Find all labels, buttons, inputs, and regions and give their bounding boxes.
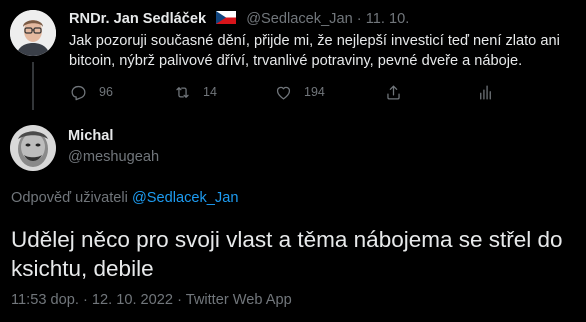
parent-tweet[interactable]: RNDr. Jan Sedláček @Sedlacek_Jan · 11. 1… bbox=[0, 0, 586, 112]
replying-to-label: Odpověď uživateli bbox=[11, 190, 128, 206]
reply-timestamp[interactable]: 11:53 dop. · 12. 10. 2022 · Twitter Web … bbox=[11, 292, 292, 308]
tweet-text: Jak pozoruji současné dění, přijde mi, ž… bbox=[69, 33, 560, 69]
tweet-actions: 96 14 194 bbox=[69, 82, 499, 102]
retweet-count: 14 bbox=[203, 85, 217, 99]
author-handle[interactable]: @Sedlacek_Jan bbox=[246, 11, 353, 27]
reply-avatar[interactable] bbox=[10, 125, 56, 171]
tweet-header: RNDr. Jan Sedláček @Sedlacek_Jan · 11. 1… bbox=[69, 10, 409, 28]
czech-flag-icon bbox=[216, 11, 237, 24]
reply-count: 96 bbox=[99, 85, 113, 99]
heart-icon bbox=[276, 86, 291, 99]
replying-to-handle-link[interactable]: @Sedlacek_Jan bbox=[132, 190, 239, 206]
like-button[interactable]: 194 bbox=[274, 82, 325, 102]
reply-author-handle[interactable]: @meshugeah bbox=[68, 149, 159, 165]
avatar[interactable] bbox=[10, 10, 56, 56]
reply-author-name[interactable]: Michal bbox=[68, 128, 113, 144]
reply-icon bbox=[71, 85, 86, 100]
retweet-button[interactable]: 14 bbox=[173, 82, 217, 102]
like-count: 194 bbox=[304, 85, 325, 99]
analytics-icon bbox=[480, 85, 491, 99]
share-icon bbox=[387, 85, 400, 99]
analytics-button[interactable] bbox=[476, 82, 495, 102]
author-name[interactable]: RNDr. Jan Sedláček bbox=[69, 11, 206, 27]
reply-button[interactable]: 96 bbox=[69, 82, 113, 102]
retweet-icon bbox=[176, 86, 189, 98]
separator: · bbox=[356, 11, 362, 27]
thread-connector bbox=[32, 62, 34, 110]
replying-to: Odpověď uživateli @Sedlacek_Jan bbox=[11, 190, 238, 206]
reply-text: Udělej něco pro svoji vlast a těma náboj… bbox=[11, 227, 563, 281]
share-button[interactable] bbox=[384, 82, 403, 102]
tweet-date[interactable]: 11. 10. bbox=[366, 11, 410, 27]
